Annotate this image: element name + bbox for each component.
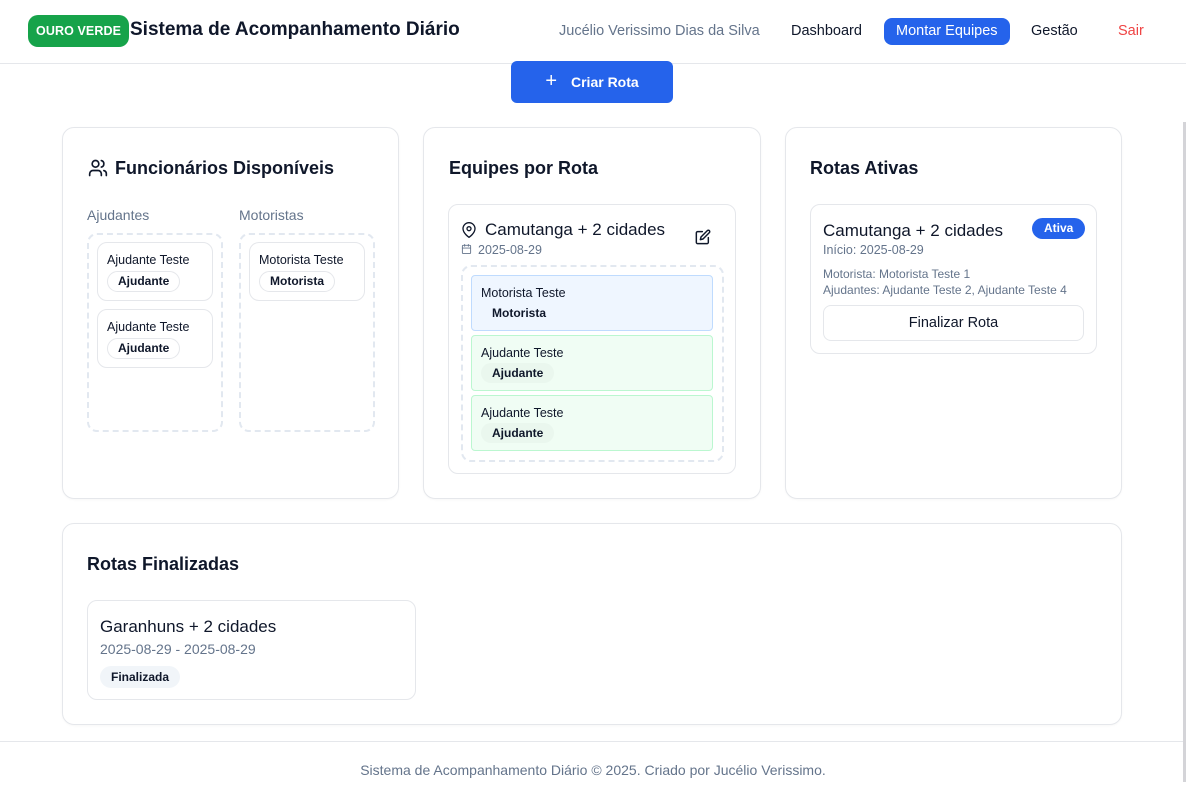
create-route-label: Criar Rota — [571, 74, 639, 90]
finished-route-item: Garanhuns + 2 cidades 2025-08-29 - 2025-… — [87, 600, 416, 700]
nav-sair[interactable]: Sair — [1118, 23, 1144, 39]
edit-icon[interactable] — [695, 229, 711, 245]
finished-route-dates: 2025-08-29 - 2025-08-29 — [100, 641, 256, 657]
role-badge: Motorista — [259, 271, 335, 292]
finish-route-button[interactable]: Finalizar Rota — [823, 305, 1084, 341]
app-header: OURO VERDE Sistema de Acompanhamento Diá… — [0, 0, 1186, 64]
available-employees-title: Funcionários Disponíveis — [115, 158, 335, 178]
app-title: Sistema de Acompanhamento Diário — [130, 19, 460, 40]
active-route-helpers: Ajudantes: Ajudante Teste 2, Ajudante Te… — [823, 283, 1067, 297]
member-name: Ajudante Teste — [481, 346, 564, 360]
calendar-icon — [461, 243, 472, 255]
role-badge: Ajudante — [107, 271, 181, 292]
role-badge: Ajudante — [481, 423, 555, 443]
nav-dashboard[interactable]: Dashboard — [791, 23, 862, 39]
plus-icon: + — [545, 70, 557, 92]
motoristas-label: Motoristas — [239, 207, 304, 223]
finished-routes-title: Rotas Finalizadas — [87, 554, 240, 574]
status-badge: Finalizada — [100, 666, 181, 688]
role-badge: Ajudante — [107, 338, 181, 359]
nav-montar-equipes[interactable]: Montar Equipes — [884, 18, 1010, 45]
active-route-name: Camutanga + 2 cidades — [823, 221, 1004, 240]
footer: Sistema de Acompanhamento Diário © 2025.… — [0, 741, 1186, 793]
team-member[interactable]: Motorista Teste Motorista — [471, 275, 713, 331]
member-name: Ajudante Teste — [481, 406, 564, 420]
nav-gestao[interactable]: Gestão — [1031, 23, 1078, 39]
status-badge: Ativa — [1032, 218, 1086, 239]
motoristas-dropzone[interactable]: Motorista Teste Motorista — [239, 233, 375, 432]
employee-name: Ajudante Teste — [107, 320, 190, 334]
route-name: Camutanga + 2 cidades — [485, 220, 666, 239]
active-route-item: Camutanga + 2 cidades Ativa Início: 2025… — [810, 204, 1097, 354]
active-routes-title: Rotas Ativas — [810, 158, 919, 178]
route-team-card: Camutanga + 2 cidades 2025-08-29 Motoris… — [448, 204, 736, 474]
brand-badge: OURO VERDE — [28, 15, 130, 47]
team-member[interactable]: Ajudante Teste Ajudante — [471, 335, 713, 391]
map-pin-icon — [461, 221, 477, 239]
employee-card[interactable]: Motorista Teste Motorista — [249, 242, 365, 301]
employee-name: Ajudante Teste — [107, 253, 190, 267]
finished-route-name: Garanhuns + 2 cidades — [100, 617, 277, 636]
ajudantes-label: Ajudantes — [87, 207, 150, 223]
role-badge: Ajudante — [481, 363, 555, 383]
create-route-button[interactable]: + Criar Rota — [511, 61, 673, 103]
teams-by-route-title: Equipes por Rota — [449, 158, 599, 178]
users-icon — [88, 158, 108, 178]
active-route-start: Início: 2025-08-29 — [823, 243, 924, 257]
employee-name: Motorista Teste — [259, 253, 344, 267]
employee-card[interactable]: Ajudante Teste Ajudante — [97, 242, 213, 301]
member-name: Motorista Teste — [481, 286, 566, 300]
active-route-driver: Motorista: Motorista Teste 1 — [823, 267, 971, 281]
ajudantes-dropzone[interactable]: Ajudante Teste Ajudante Ajudante Teste A… — [87, 233, 223, 432]
role-badge: Motorista — [481, 303, 557, 323]
route-date: 2025-08-29 — [478, 243, 542, 257]
available-employees-card: Funcionários Disponíveis Ajudantes Motor… — [62, 127, 399, 499]
user-name: Jucélio Verissimo Dias da Silva — [559, 23, 760, 39]
team-member[interactable]: Ajudante Teste Ajudante — [471, 395, 713, 451]
employee-card[interactable]: Ajudante Teste Ajudante — [97, 309, 213, 368]
footer-text: Sistema de Acompanhamento Diário © 2025.… — [360, 762, 826, 778]
